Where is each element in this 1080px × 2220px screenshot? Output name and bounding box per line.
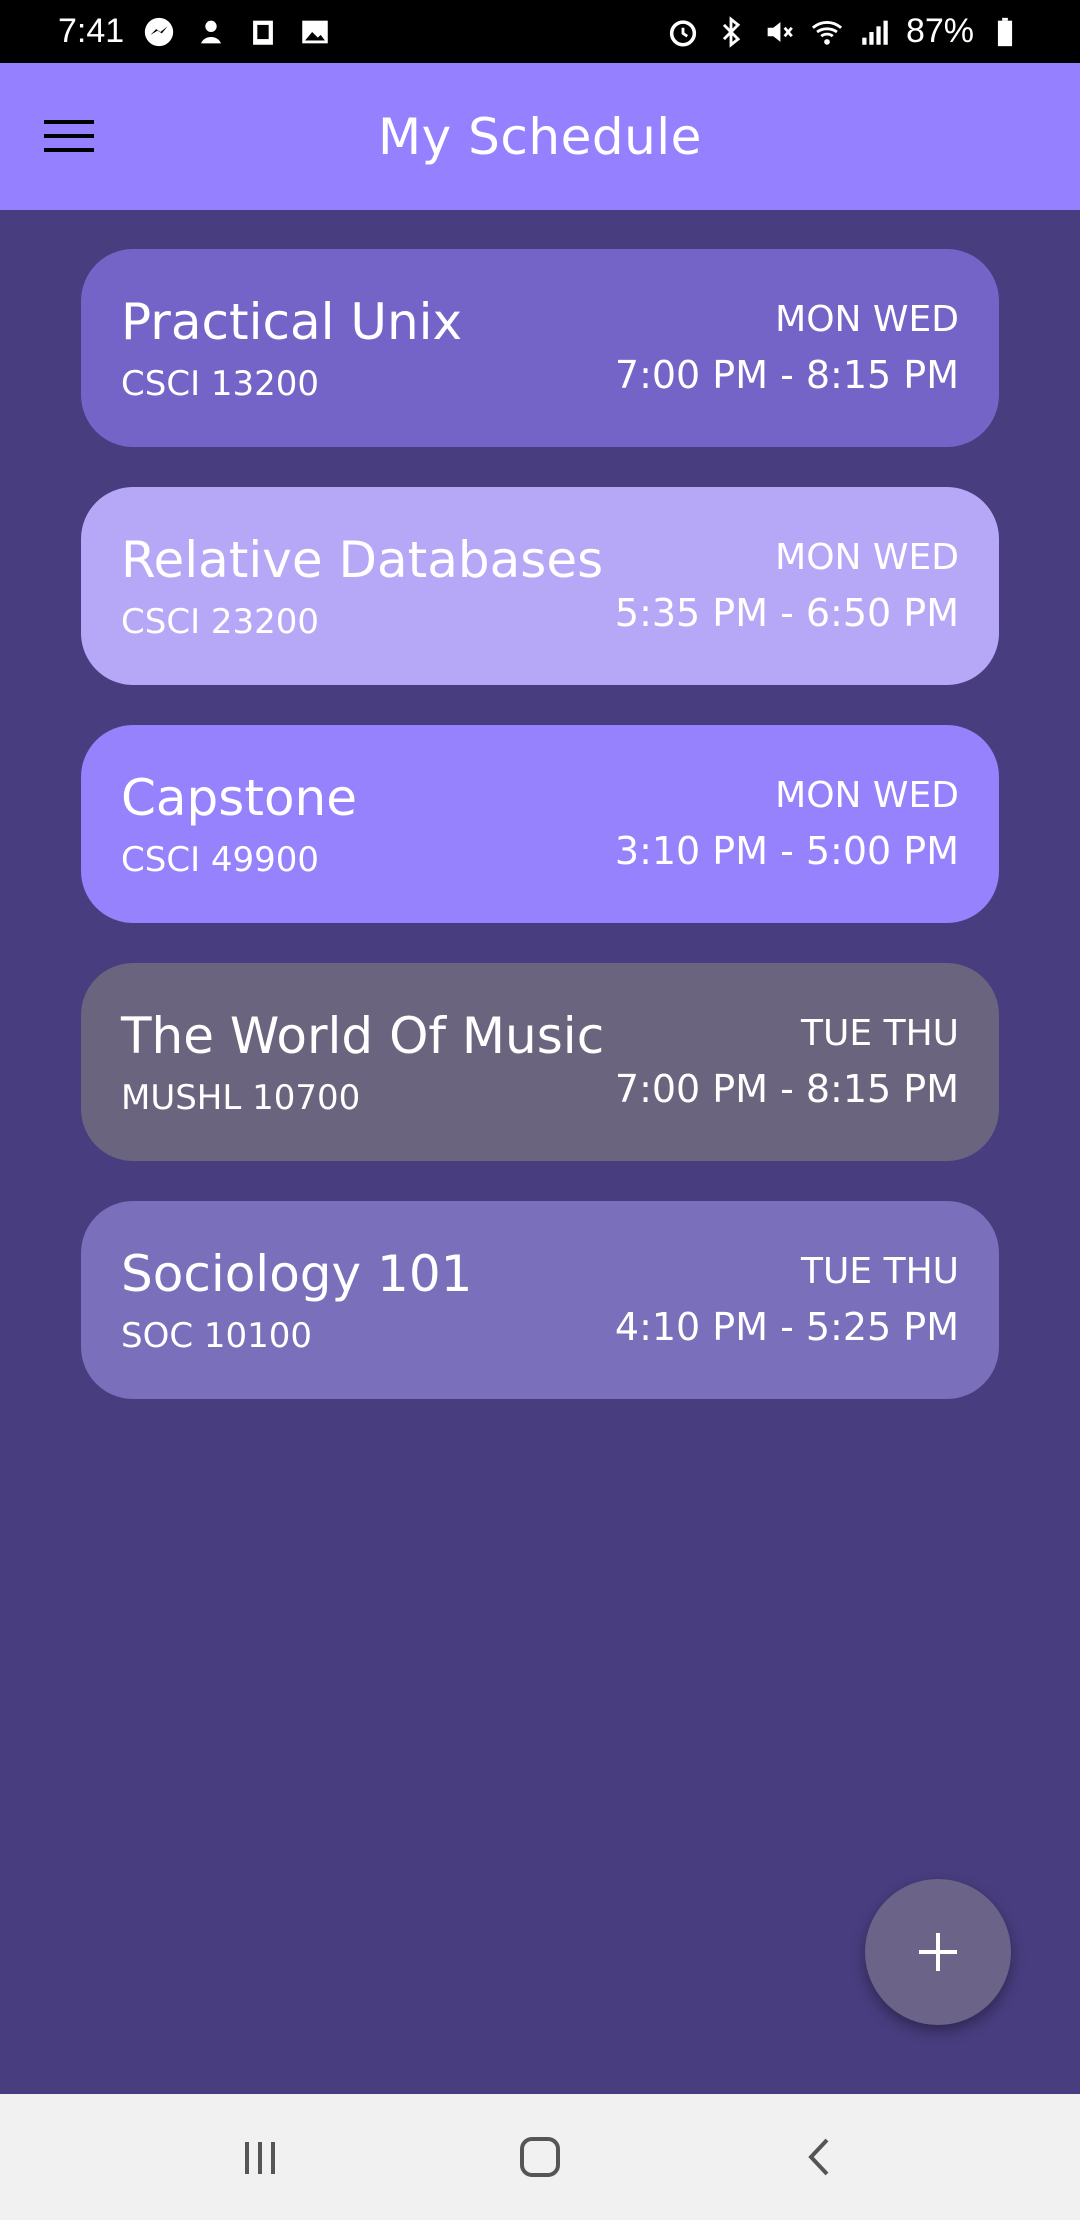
battery-percent: 87% <box>905 12 974 50</box>
menu-button[interactable] <box>36 103 102 169</box>
plus-icon <box>919 1933 957 1971</box>
mute-icon <box>762 15 796 49</box>
clipboard-icon <box>246 15 280 49</box>
course-name: The World Of Music <box>121 1007 605 1065</box>
course-days: TUE THU <box>801 1251 959 1292</box>
back-icon <box>808 2138 829 2176</box>
course-code: CSCI 13200 <box>121 364 320 404</box>
wifi-icon <box>810 15 844 49</box>
hamburger-menu-icon <box>44 120 94 152</box>
recent-apps-icon <box>245 2142 275 2174</box>
page-title: My Schedule <box>378 107 702 166</box>
recent-apps-button[interactable] <box>225 2122 295 2192</box>
course-days: TUE THU <box>801 1013 959 1054</box>
course-time: 3:10 PM - 5:00 PM <box>614 829 959 873</box>
home-button[interactable] <box>505 2122 575 2192</box>
messenger-icon <box>142 15 176 49</box>
course-code: MUSHL 10700 <box>121 1078 361 1118</box>
course-list: Practical Unix CSCI 13200 MON WED 7:00 P… <box>81 249 999 1439</box>
notification-icon <box>194 15 228 49</box>
course-card[interactable]: Relative Databases CSCI 23200 MON WED 5:… <box>81 487 999 685</box>
course-name: Capstone <box>121 769 357 827</box>
course-code: CSCI 49900 <box>121 840 320 880</box>
course-name: Sociology 101 <box>121 1245 473 1303</box>
course-days: MON WED <box>775 537 959 578</box>
course-time: 5:35 PM - 6:50 PM <box>614 591 959 635</box>
back-button[interactable] <box>785 2122 855 2192</box>
signal-icon <box>858 15 892 49</box>
course-code: SOC 10100 <box>121 1316 313 1356</box>
app-bar: My Schedule <box>0 63 1080 210</box>
schedule-content: Practical Unix CSCI 13200 MON WED 7:00 P… <box>0 210 1080 2094</box>
course-card[interactable]: The World Of Music MUSHL 10700 TUE THU 7… <box>81 963 999 1161</box>
course-time: 7:00 PM - 8:15 PM <box>614 353 959 397</box>
course-name: Relative Databases <box>121 531 604 589</box>
course-card[interactable]: Sociology 101 SOC 10100 TUE THU 4:10 PM … <box>81 1201 999 1399</box>
course-time: 7:00 PM - 8:15 PM <box>614 1067 959 1111</box>
course-card[interactable]: Practical Unix CSCI 13200 MON WED 7:00 P… <box>81 249 999 447</box>
home-icon <box>520 2137 560 2177</box>
bluetooth-icon <box>714 15 748 49</box>
alarm-icon <box>666 15 700 49</box>
image-icon <box>298 15 332 49</box>
course-name: Practical Unix <box>121 293 463 351</box>
battery-icon <box>988 15 1022 49</box>
course-code: CSCI 23200 <box>121 602 320 642</box>
status-time: 7:41 <box>58 12 125 50</box>
course-time: 4:10 PM - 5:25 PM <box>614 1305 959 1349</box>
status-left: 7:41 <box>58 12 332 51</box>
status-bar: 7:41 87% <box>0 0 1080 63</box>
course-days: MON WED <box>775 775 959 816</box>
system-nav-bar <box>0 2094 1080 2220</box>
course-card[interactable]: Capstone CSCI 49900 MON WED 3:10 PM - 5:… <box>81 725 999 923</box>
status-right: 87% <box>666 12 1022 51</box>
course-days: MON WED <box>775 299 959 340</box>
add-course-button[interactable] <box>865 1879 1011 2025</box>
